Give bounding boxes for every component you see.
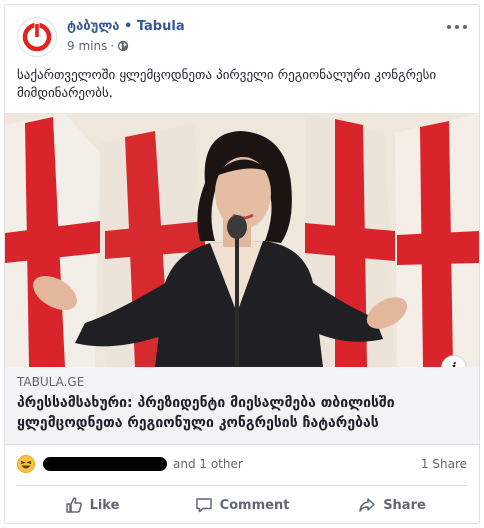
meta-separator: · xyxy=(110,39,115,53)
haha-icon[interactable] xyxy=(17,455,35,473)
redacted-names xyxy=(43,457,167,471)
divider xyxy=(17,485,467,486)
tabula-logo-icon xyxy=(22,22,52,52)
post-time[interactable]: 9 mins xyxy=(67,39,107,53)
comment-label: Comment xyxy=(219,497,290,513)
page-avatar[interactable] xyxy=(17,17,57,57)
reaction-summary: and 1 other 1 Share xyxy=(17,453,467,475)
comment-button[interactable]: Comment xyxy=(167,487,317,523)
share-label: Share xyxy=(383,497,426,513)
link-title[interactable]: პრესსამსახური: პრეზიდენტი მიესალმება თბი… xyxy=(17,393,467,433)
post-card: ტაბულა • Tabula 9 mins · საქართველოში ყლ… xyxy=(4,4,480,524)
comment-icon xyxy=(195,498,212,513)
share-button[interactable]: Share xyxy=(317,487,467,523)
share-arrow-icon xyxy=(359,498,375,512)
more-options-icon[interactable] xyxy=(447,19,467,35)
post-message: საქართველოში ყლემცოდნეთა პირველი რეგიონა… xyxy=(17,68,437,101)
link-preview[interactable]: TABULA.GE პრესსამსახური: პრეზიდენტი მიეს… xyxy=(5,367,479,445)
share-count[interactable]: 1 Share xyxy=(421,457,467,471)
link-domain: TABULA.GE xyxy=(17,375,85,389)
page-name-link[interactable]: ტაბულა • Tabula xyxy=(67,19,185,34)
post-meta: 9 mins · xyxy=(67,39,129,53)
like-button[interactable]: Like xyxy=(17,487,167,523)
reaction-others[interactable]: and 1 other xyxy=(173,457,243,471)
president-photo xyxy=(5,113,479,367)
like-label: Like xyxy=(89,497,120,513)
thumbs-up-icon xyxy=(65,497,82,513)
link-preview-image[interactable]: i xyxy=(5,113,479,367)
globe-icon[interactable] xyxy=(117,40,129,52)
action-bar: Like Comment Share xyxy=(17,487,467,523)
post-header: ტაბულა • Tabula 9 mins · xyxy=(17,17,467,61)
